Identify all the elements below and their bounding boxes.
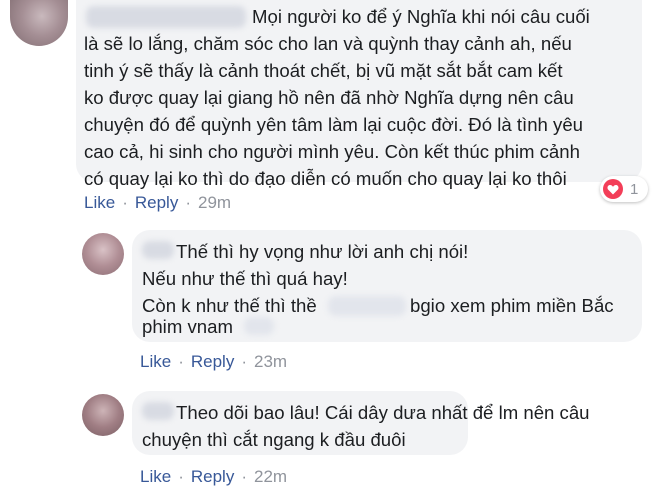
comment-actions: Like · Reply · 29m	[84, 193, 231, 213]
replier-name-redacted[interactable]	[142, 241, 174, 259]
redacted-word	[328, 296, 406, 316]
separator: ·	[178, 467, 184, 486]
like-button[interactable]: Like	[140, 352, 171, 371]
reply-text-line: bgio xem phim miền Bắc	[410, 295, 614, 316]
timestamp-link[interactable]: 29m	[198, 193, 231, 212]
timestamp-link[interactable]: 22m	[254, 467, 287, 486]
reply-text-line: Thế thì hy vọng như lời anh chị nói!	[176, 241, 469, 262]
comment-text-line: là sẽ lo lắng, chăm sóc cho lan và quỳnh…	[84, 33, 572, 54]
comment-text-line: ko được quay lại giang hồ nên đã nhờ Ngh…	[84, 87, 574, 108]
reply-bubble: Thế thì hy vọng như lời anh chị nói! Nếu…	[132, 230, 642, 342]
heart-icon	[603, 179, 623, 199]
reply-button[interactable]: Reply	[191, 467, 234, 486]
reply-actions: Like · Reply · 22m	[140, 467, 287, 487]
reply-bubble: Theo dõi bao lâu! Cái dây dưa nhất để lm…	[132, 391, 590, 455]
comment-bubble: Mọi người ko để ý Nghĩa khi nói câu cuối…	[76, 0, 642, 189]
replier-name-redacted[interactable]	[142, 402, 174, 420]
reply-text-line: Theo dõi bao lâu! Cái dây dưa nhất để lm…	[176, 402, 590, 423]
reaction-badge[interactable]: 1	[600, 176, 648, 202]
separator: ·	[185, 193, 191, 212]
commenter-name-redacted[interactable]	[86, 6, 246, 28]
commenter-avatar[interactable]	[10, 0, 68, 46]
comment-text-line: có quay lại ko thì do đạo diễn có muốn c…	[84, 168, 567, 189]
separator: ·	[241, 352, 247, 371]
comment-text-line: tinh ý sẽ thấy là cảnh thoát chết, bị vũ…	[84, 60, 563, 81]
reaction-count: 1	[630, 180, 639, 198]
reply-button[interactable]: Reply	[191, 352, 234, 371]
reply-text-line: phim vnam	[142, 316, 233, 337]
separator: ·	[122, 193, 128, 212]
comment-text-line: Mọi người ko để ý Nghĩa khi nói câu cuối	[252, 6, 590, 27]
separator: ·	[178, 352, 184, 371]
redacted-word	[244, 317, 274, 335]
reply-text-line: chuyện thì cắt ngang k đầu đuôi	[142, 429, 406, 450]
like-button[interactable]: Like	[140, 467, 171, 486]
comment-text-line: cao cả, hi sinh cho người mình yêu. Còn …	[84, 141, 580, 162]
reply-text-line: Nếu như thế thì quá hay!	[142, 268, 348, 289]
reply-actions: Like · Reply · 23m	[140, 352, 287, 372]
reply-avatar[interactable]	[82, 394, 124, 436]
timestamp-link[interactable]: 23m	[254, 352, 287, 371]
reply-avatar[interactable]	[82, 233, 124, 275]
comment-text-line: chuyện đó để quỳnh yên tâm làm lại cuộc …	[84, 114, 584, 135]
reply-button[interactable]: Reply	[135, 193, 178, 212]
separator: ·	[241, 467, 247, 486]
like-button[interactable]: Like	[84, 193, 115, 212]
